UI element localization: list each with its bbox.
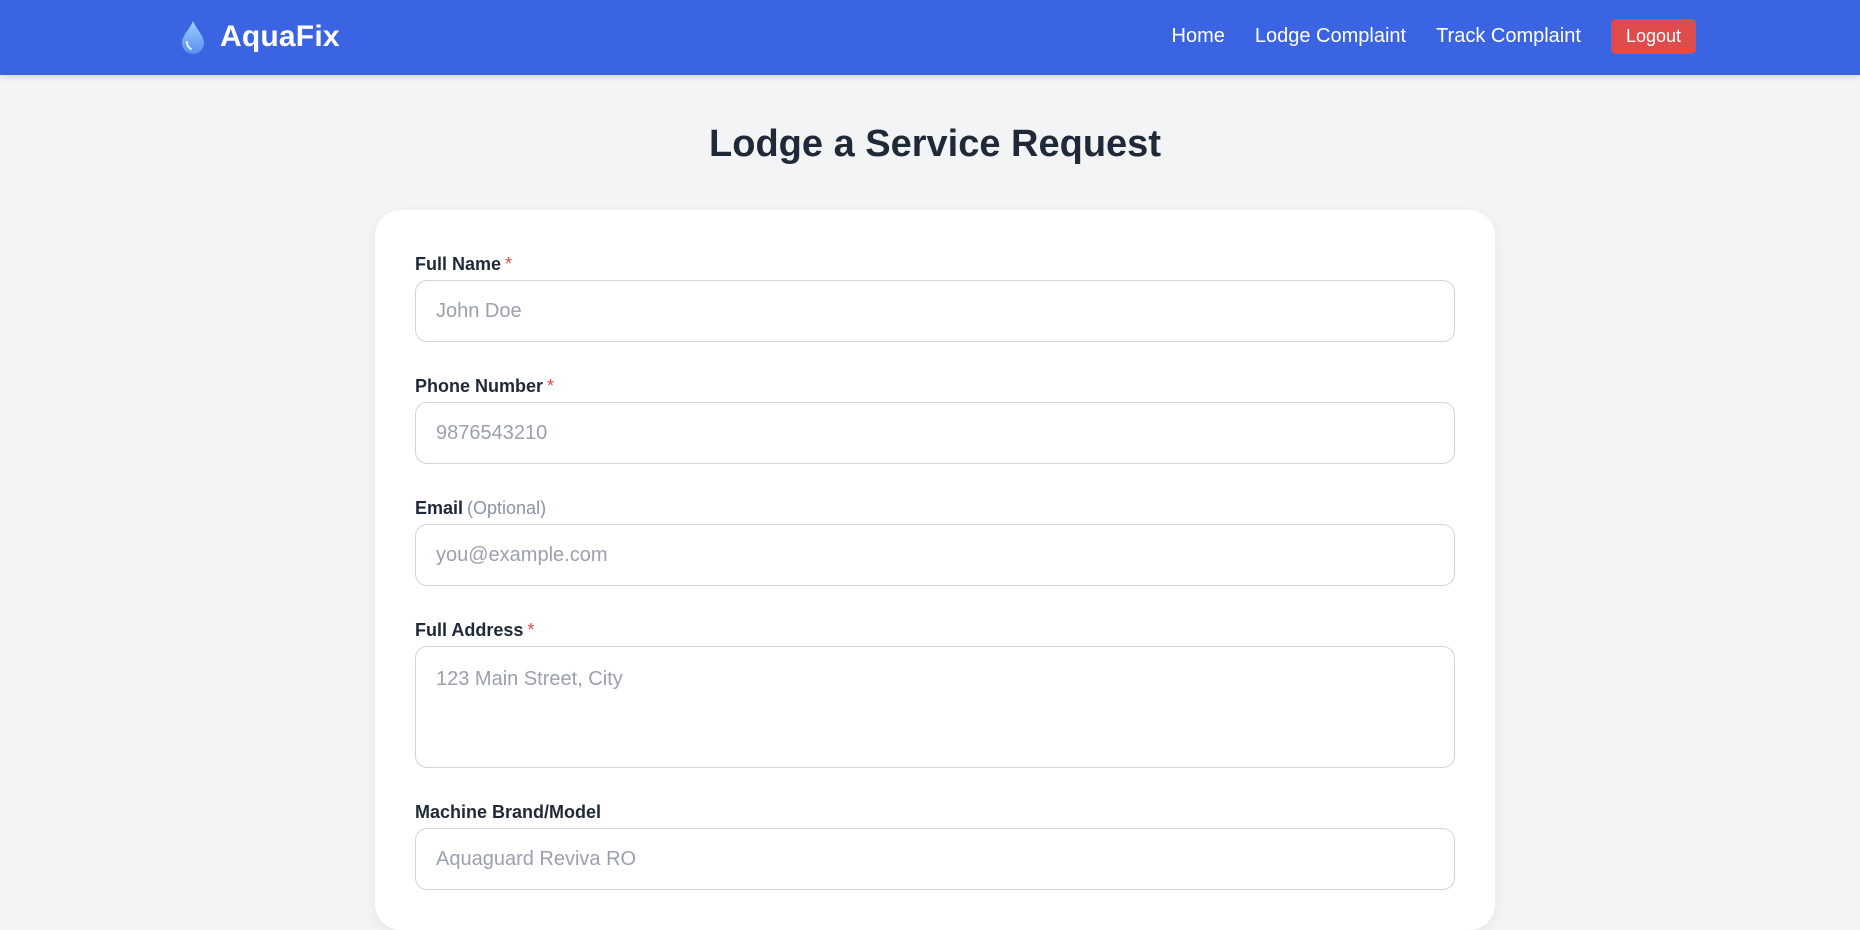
service-request-form: Full Name* Phone Number* Email(Optional)… [375, 210, 1495, 930]
address-label-text: Full Address [415, 620, 524, 640]
email-input[interactable] [415, 524, 1455, 586]
full-name-label: Full Name * [415, 254, 512, 275]
full-name-label-text: Full Name [415, 254, 502, 274]
phone-input[interactable] [415, 402, 1455, 464]
nav-link-lodge-complaint[interactable]: Lodge Complaint [1255, 25, 1406, 48]
phone-label: Phone Number * [415, 376, 554, 397]
nav-link-track-complaint[interactable]: Track Complaint [1436, 25, 1581, 48]
brand-name: AquaFix [220, 20, 340, 53]
machine-label: Machine Brand/Model [415, 802, 601, 823]
page-title: Lodge a Service Request [709, 123, 1161, 165]
email-label-text: Email [415, 498, 464, 518]
machine-input[interactable] [415, 828, 1455, 890]
address-textarea[interactable] [415, 646, 1455, 768]
optional-note: (Optional) [467, 498, 547, 518]
phone-label-text: Phone Number [415, 376, 544, 396]
water-drop-icon [182, 21, 204, 54]
machine-label-text: Machine Brand/Model [415, 802, 602, 822]
brand[interactable]: AquaFix [180, 14, 340, 60]
email-label: Email (Optional) [415, 498, 546, 519]
nav-links: Home Lodge Complaint Track Complaint Log… [1142, 18, 1696, 54]
required-mark: * [527, 620, 535, 640]
nav-link-home[interactable]: Home [1172, 25, 1225, 48]
logout-button[interactable]: Logout [1610, 18, 1696, 54]
address-label: Full Address * [415, 620, 534, 641]
required-mark: * [505, 254, 513, 274]
full-name-input[interactable] [415, 280, 1455, 342]
required-mark: * [547, 376, 555, 396]
navbar: AquaFix Home Lodge Complaint Track Compl… [0, 0, 1860, 75]
